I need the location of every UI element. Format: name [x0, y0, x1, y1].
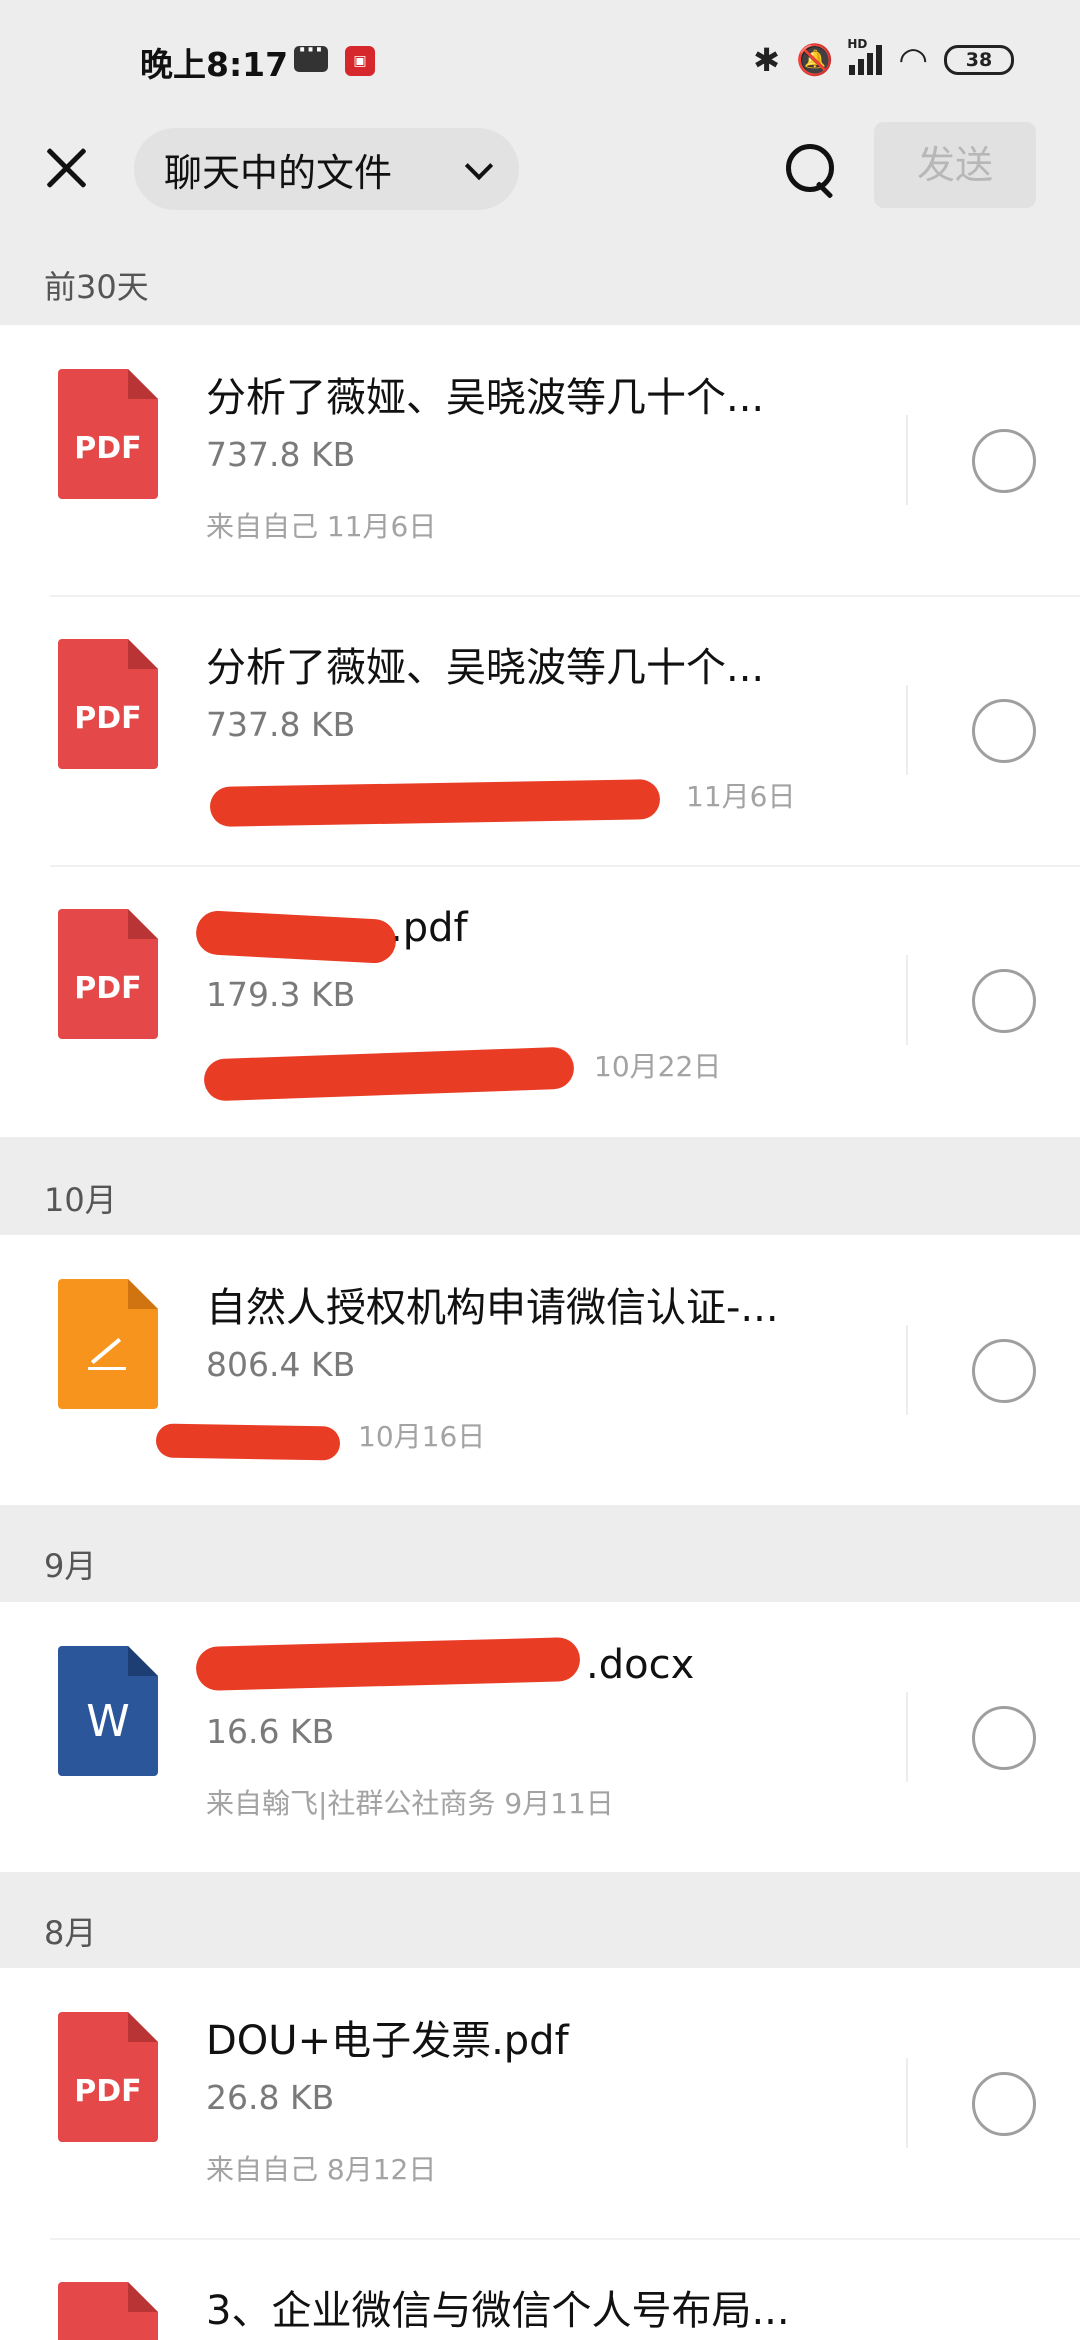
divider: [50, 865, 1080, 867]
cellular-signal-icon: HD: [847, 37, 883, 75]
file-name: 自然人授权机构申请微信认证-...: [206, 1285, 779, 1331]
section-header-october: 10月: [44, 1181, 117, 1219]
bluetooth-icon: ✱: [753, 41, 780, 79]
status-time: 晚上8:17: [140, 45, 289, 84]
select-radio[interactable]: [972, 2072, 1036, 2136]
app-notification-icon: ▣: [345, 46, 375, 76]
file-meta: 来自自己 8月12日: [206, 2153, 437, 2186]
divider: [906, 2058, 908, 2148]
file-row[interactable]: PDF 分析了薇娅、吴晓波等几十个... 737.8 KB 11月6日: [0, 595, 1080, 865]
file-group: PDF DOU+电子发票.pdf 26.8 KB 来自自己 8月12日 3、企业…: [0, 1968, 1080, 2340]
chevron-down-icon: [464, 151, 494, 181]
section-header-august: 8月: [44, 1914, 97, 1952]
header-bar: 聊天中的文件 发送: [0, 120, 1080, 250]
file-size: 737.8 KB: [206, 705, 356, 744]
section-header-last-30-days: 前30天: [44, 268, 149, 306]
divider: [906, 685, 908, 775]
file-size: 737.8 KB: [206, 435, 356, 474]
section-header-september: 9月: [44, 1547, 97, 1585]
divider: [906, 955, 908, 1045]
file-group: 自然人授权机构申请微信认证-... 806.4 KB 10月16日: [0, 1235, 1080, 1505]
hd-label: HD: [847, 37, 868, 51]
pdf-file-icon: PDF: [58, 909, 158, 1039]
file-size: 806.4 KB: [206, 1345, 356, 1384]
file-size: 16.6 KB: [206, 1712, 335, 1751]
divider: [906, 415, 908, 505]
word-file-icon: W: [58, 1646, 158, 1776]
select-radio[interactable]: [972, 1339, 1036, 1403]
battery-indicator: 38: [944, 45, 1014, 75]
file-meta: 来自自己 11月6日: [206, 510, 437, 543]
redaction-scribble: [155, 1423, 341, 1461]
select-radio[interactable]: [972, 429, 1036, 493]
file-row[interactable]: PDF DOU+电子发票.pdf 26.8 KB 来自自己 8月12日: [0, 1968, 1080, 2238]
file-name: DOU+电子发票.pdf: [206, 2018, 569, 2064]
divider: [906, 1325, 908, 1415]
page-title: 聊天中的文件: [164, 150, 393, 195]
file-group: W .docx 16.6 KB 来自翰飞|社群公社商务 9月11日: [0, 1602, 1080, 1872]
file-group: PDF 分析了薇娅、吴晓波等几十个... 737.8 KB 来自自己 11月6日…: [0, 325, 1080, 1137]
send-button[interactable]: 发送: [874, 122, 1036, 208]
file-row[interactable]: 自然人授权机构申请微信认证-... 806.4 KB 10月16日: [0, 1235, 1080, 1505]
file-size: 179.3 KB: [206, 975, 356, 1014]
select-radio[interactable]: [972, 969, 1036, 1033]
file-name: 分析了薇娅、吴晓波等几十个...: [206, 375, 765, 421]
divider: [50, 595, 1080, 597]
file-meta: 来自翰飞|社群公社商务 9月11日: [206, 1787, 614, 1820]
file-size: 26.8 KB: [206, 2078, 335, 2117]
mute-bell-icon: 🔕: [795, 42, 834, 78]
pdf-file-icon: [58, 2282, 158, 2340]
file-date: 10月16日: [358, 1420, 486, 1453]
file-row[interactable]: PDF .pdf 179.3 KB 10月22日: [0, 865, 1080, 1135]
redaction-scribble: [209, 779, 661, 827]
divider: [906, 1692, 908, 1782]
close-icon[interactable]: [40, 142, 92, 194]
file-row[interactable]: W .docx 16.6 KB 来自翰飞|社群公社商务 9月11日: [0, 1602, 1080, 1872]
select-radio[interactable]: [972, 1706, 1036, 1770]
status-icons: ✱ 🔕 HD ◠ 38: [753, 37, 1014, 80]
file-date: 11月6日: [686, 780, 796, 813]
file-row[interactable]: 3、企业微信与微信个人号布局...: [0, 2238, 1080, 2340]
message-notification-icon: [294, 38, 328, 72]
select-radio[interactable]: [972, 699, 1036, 763]
status-bar: 晚上8:17 ▣ ✱ 🔕 HD ◠ 38: [0, 0, 1080, 120]
divider: [50, 2238, 1080, 2240]
redaction-scribble: [194, 909, 398, 965]
wifi-icon: ◠: [898, 40, 928, 80]
pdf-file-icon: PDF: [58, 639, 158, 769]
file-source-dropdown[interactable]: 聊天中的文件: [134, 128, 519, 210]
search-icon[interactable]: [784, 142, 840, 198]
file-row[interactable]: PDF 分析了薇娅、吴晓波等几十个... 737.8 KB 来自自己 11月6日: [0, 325, 1080, 595]
file-date: 10月22日: [594, 1050, 722, 1083]
file-name: 3、企业微信与微信个人号布局...: [206, 2288, 790, 2334]
note-file-icon: [58, 1279, 158, 1409]
pdf-file-icon: PDF: [58, 369, 158, 499]
file-name: 分析了薇娅、吴晓波等几十个...: [206, 645, 765, 691]
pdf-file-icon: PDF: [58, 2012, 158, 2142]
